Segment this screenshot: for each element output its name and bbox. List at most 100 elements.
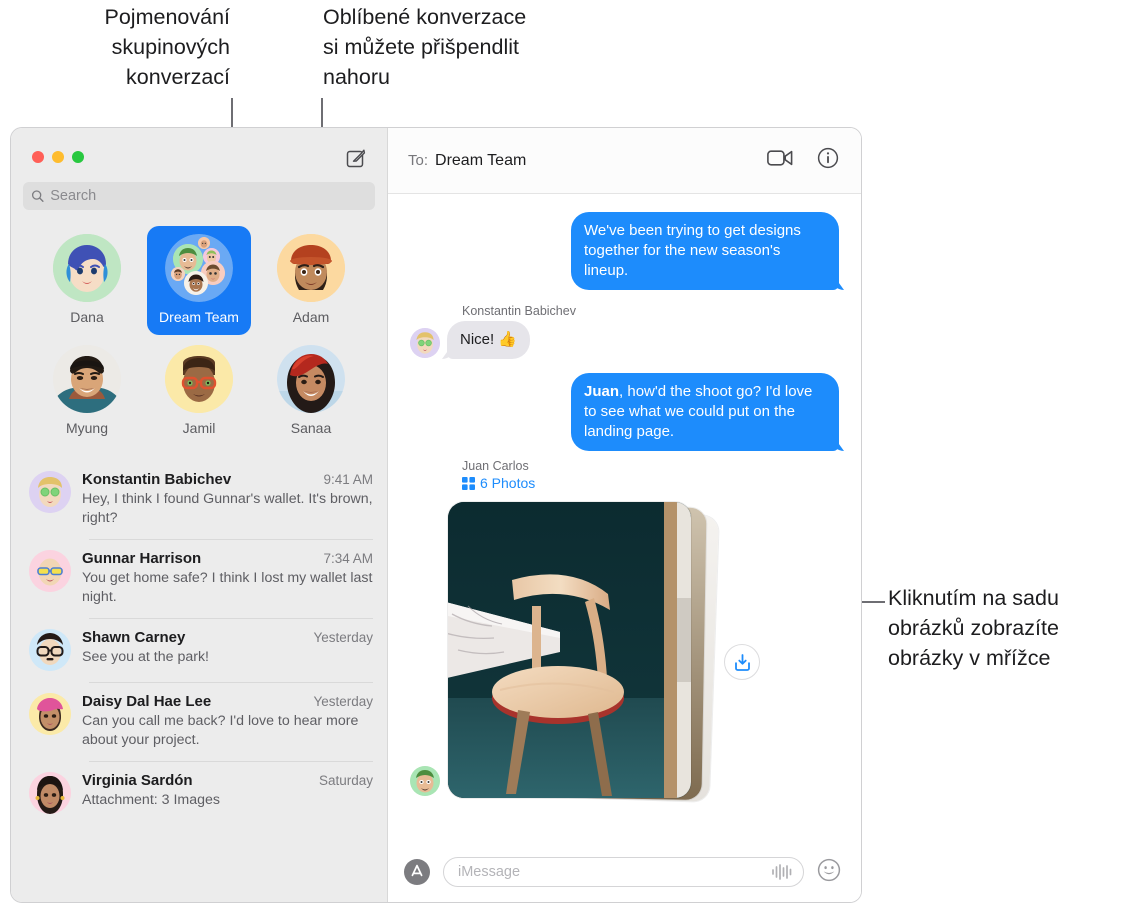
message-bubble-outgoing-2[interactable]: Juan, how'd the shoot go? I'd love to se… xyxy=(571,373,839,451)
message-row-outgoing-1: We've been trying to get designs togethe… xyxy=(410,212,839,290)
pinned-item-jamil[interactable]: Jamil xyxy=(147,337,251,446)
avatar-message-konstantin xyxy=(410,328,440,358)
conversation-body: Konstantin Babichev 9:41 AM Hey, I think… xyxy=(82,471,373,528)
photo-stack-card-front[interactable] xyxy=(448,502,691,798)
screenshot-root: Pojmenování skupinových konverzací Oblíb… xyxy=(0,0,1141,910)
message-row-incoming-1: Nice! 👍 xyxy=(410,321,839,359)
close-window-button[interactable] xyxy=(32,151,44,163)
attachment-sender-name: Juan Carlos xyxy=(462,459,529,473)
conversation-preview: You get home safe? I think I lost my wal… xyxy=(82,570,373,605)
callout-pin-top: Oblíbené konverzace si můžete přišpendli… xyxy=(323,5,527,89)
chat-pane: To: Dream Team We've been trying to get … xyxy=(388,128,861,902)
pinned-item-dream-team[interactable]: Dream Team xyxy=(147,226,251,335)
conversation-body: Shawn Carney Yesterday See you at the pa… xyxy=(82,629,373,671)
cluster-member-5 xyxy=(171,267,185,281)
recipient-name[interactable]: Dream Team xyxy=(435,152,526,170)
search-field[interactable] xyxy=(23,182,375,210)
conversation-name: Konstantin Babichev xyxy=(82,471,232,488)
photo-grid-icon xyxy=(462,476,475,490)
message-bubble-outgoing-2-text: , how'd the shoot go? I'd love to see wh… xyxy=(584,383,813,440)
pinned-label-sanaa: Sanaa xyxy=(290,420,332,436)
conversation-row-virginia-sardon[interactable]: Virginia Sardón Saturday Attachment: 3 I… xyxy=(11,761,387,825)
video-camera-icon xyxy=(767,150,793,166)
mention-juan: Juan xyxy=(584,383,620,400)
conversation-time: Yesterday xyxy=(313,694,373,709)
photo-attachment-block: Juan Carlos 6 Photos xyxy=(410,459,839,802)
photo-chair-table xyxy=(448,502,691,798)
cluster-member-2 xyxy=(198,237,210,249)
conversation-name: Virginia Sardón xyxy=(82,772,193,789)
sidebar: Dana xyxy=(11,128,388,902)
conversation-time: Yesterday xyxy=(313,630,373,645)
chat-header: To: Dream Team xyxy=(388,128,861,194)
photo-stack-row xyxy=(410,494,839,802)
message-bubble-incoming-1[interactable]: Nice! 👍 xyxy=(447,321,531,359)
avatar-konstantin-babichev xyxy=(29,471,71,513)
photo-stack[interactable] xyxy=(448,494,719,802)
conversation-time: 7:34 AM xyxy=(323,551,373,566)
pinned-item-sanaa[interactable]: Sanaa xyxy=(259,337,363,446)
conversation-row-shawn-carney[interactable]: Shawn Carney Yesterday See you at the pa… xyxy=(11,618,387,682)
conversation-name: Daisy Dal Hae Lee xyxy=(82,693,212,710)
maximize-window-button[interactable] xyxy=(72,151,84,163)
save-attachment-button[interactable] xyxy=(724,644,760,680)
compose-new-message-button[interactable] xyxy=(343,145,369,171)
emoji-picker-button[interactable] xyxy=(817,858,841,887)
avatar-shawn-carney xyxy=(29,629,71,671)
pinned-item-dana[interactable]: Dana xyxy=(35,226,139,335)
app-store-icon xyxy=(411,864,423,877)
pinned-label-myung: Myung xyxy=(65,420,109,436)
conversation-row-gunnar-harrison[interactable]: Gunnar Harrison 7:34 AM You get home saf… xyxy=(11,539,387,618)
facetime-button[interactable] xyxy=(767,149,793,172)
conversation-preview: Can you call me back? I'd love to hear m… xyxy=(82,713,359,748)
pinned-label-adam: Adam xyxy=(292,309,330,325)
info-circle-icon xyxy=(817,147,839,169)
avatar-daisy-dal-hae-lee xyxy=(29,693,71,735)
avatar-jamil xyxy=(165,345,233,413)
window-titlebar xyxy=(11,128,387,186)
audio-waveform-icon[interactable] xyxy=(771,864,793,880)
avatar-message-juan-carlos xyxy=(410,766,440,796)
message-input-field[interactable] xyxy=(443,857,804,887)
pinned-conversations-grid: Dana Dream Team Adam Myung Jamil Sanaa xyxy=(11,210,387,454)
conversation-body: Gunnar Harrison 7:34 AM You get home saf… xyxy=(82,550,373,607)
conversation-preview: Hey, I think I found Gunnar's wallet. It… xyxy=(82,491,373,526)
callout-group-naming: Pojmenování skupinových konverzací xyxy=(104,5,231,89)
message-bubble-outgoing-1[interactable]: We've been trying to get designs togethe… xyxy=(571,212,839,290)
search-container xyxy=(11,182,387,210)
compose-pencil-square-icon xyxy=(346,149,366,168)
pinned-item-adam[interactable]: Adam xyxy=(259,226,363,335)
emoji-smiley-icon xyxy=(817,858,841,881)
pinned-item-myung[interactable]: Myung xyxy=(35,337,139,446)
search-icon xyxy=(31,190,44,202)
app-store-button[interactable] xyxy=(404,859,430,885)
avatar-virginia-sardon xyxy=(29,772,71,814)
message-group-incoming: Konstantin Babichev Nice! 👍 xyxy=(410,304,839,359)
conversation-preview: Attachment: 3 Images xyxy=(82,792,221,808)
conversation-name: Gunnar Harrison xyxy=(82,550,202,567)
details-info-button[interactable] xyxy=(817,147,839,174)
photos-count-link[interactable]: 6 Photos xyxy=(462,475,839,491)
avatar-sanaa xyxy=(277,345,345,413)
conversation-time: Saturday xyxy=(318,773,373,788)
message-composer xyxy=(388,842,861,902)
conversation-row-daisy-dal-hae-lee[interactable]: Daisy Dal Hae Lee Yesterday Can you call… xyxy=(11,682,387,761)
conversation-preview: See you at the park! xyxy=(82,649,209,665)
avatar-dana xyxy=(53,234,121,302)
pinned-label-jamil: Jamil xyxy=(182,420,216,436)
download-save-icon xyxy=(734,653,750,671)
message-thread: We've been trying to get designs togethe… xyxy=(388,194,861,842)
chat-header-actions xyxy=(767,147,839,174)
message-input[interactable] xyxy=(458,864,771,880)
avatar-myung xyxy=(53,345,121,413)
avatar-adam xyxy=(277,234,345,302)
search-input[interactable] xyxy=(50,188,367,204)
conversation-list: Konstantin Babichev 9:41 AM Hey, I think… xyxy=(11,454,387,902)
pinned-label-dana: Dana xyxy=(70,309,104,325)
pinned-label-dream-team: Dream Team xyxy=(159,309,239,325)
conversation-body: Virginia Sardón Saturday Attachment: 3 I… xyxy=(82,772,373,814)
minimize-window-button[interactable] xyxy=(52,151,64,163)
conversation-row-konstantin-babichev[interactable]: Konstantin Babichev 9:41 AM Hey, I think… xyxy=(11,460,387,539)
avatar-gunnar-harrison xyxy=(29,550,71,592)
group-avatar-cluster xyxy=(165,234,233,302)
